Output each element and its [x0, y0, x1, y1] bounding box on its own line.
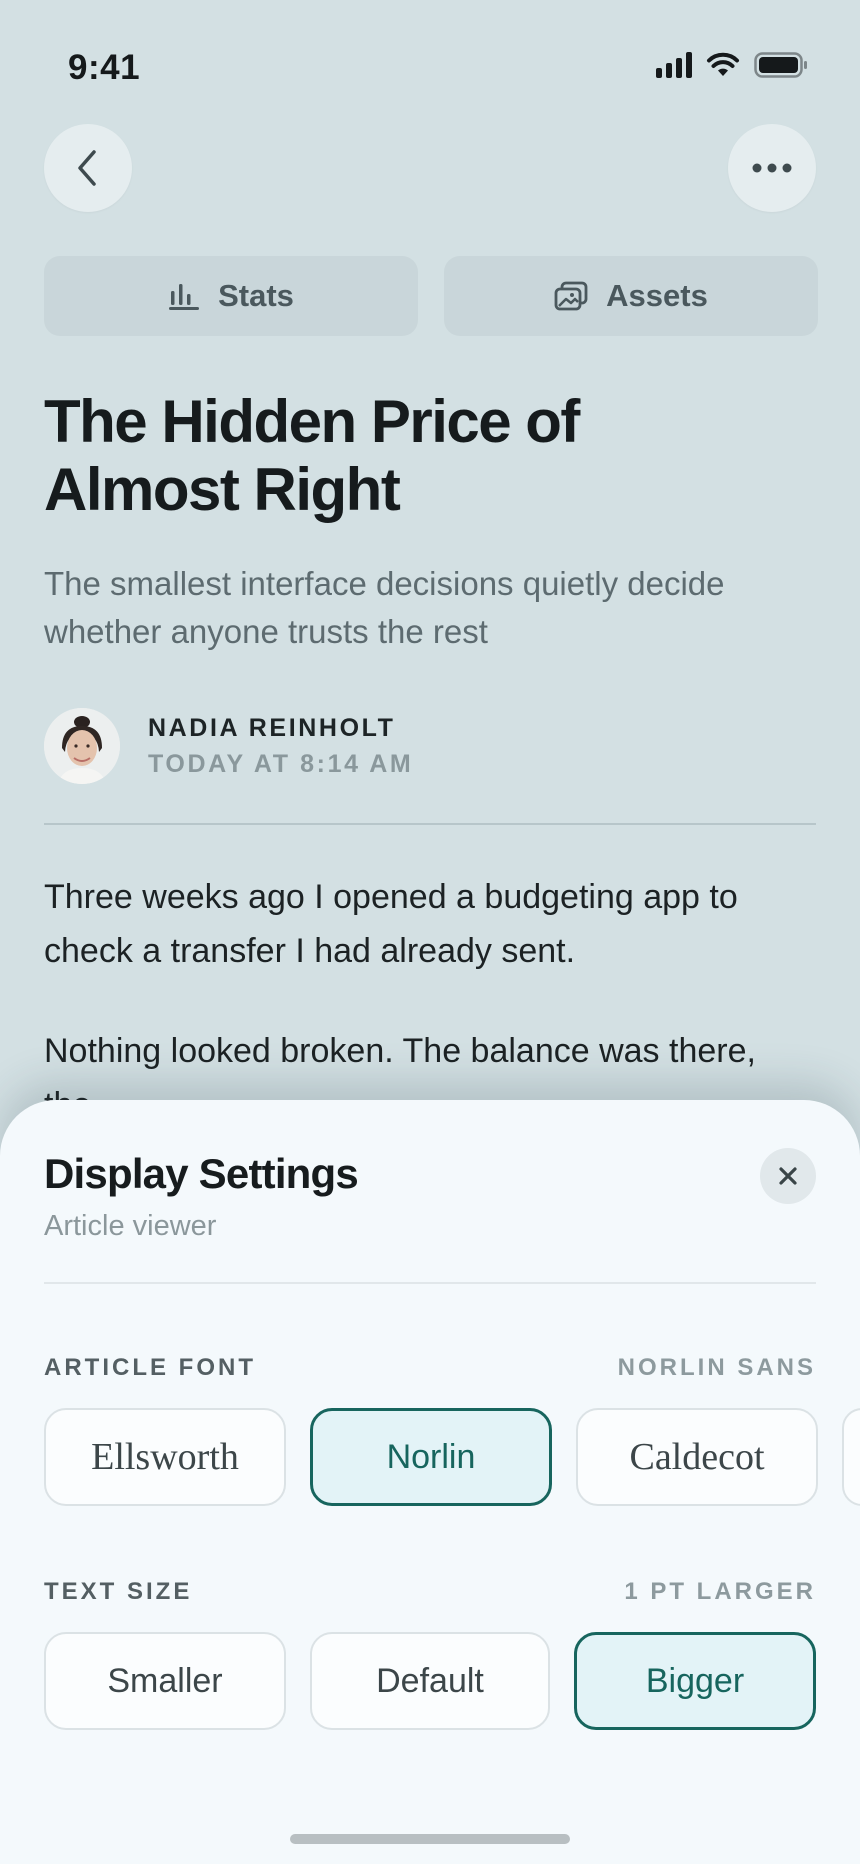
- author-avatar[interactable]: [44, 708, 120, 784]
- title-line-1: The Hidden Price of: [44, 388, 580, 455]
- home-indicator[interactable]: [290, 1834, 570, 1844]
- publish-time: TODAY AT 8:14 AM: [148, 750, 414, 778]
- sheet-subtitle: Article viewer: [44, 1210, 217, 1242]
- sheet-title: Display Settings: [44, 1150, 359, 1197]
- back-button[interactable]: [44, 124, 132, 212]
- bar-chart-icon: [169, 284, 200, 310]
- divider: [44, 823, 816, 825]
- author-name[interactable]: NADIA REINHOLT: [148, 714, 396, 743]
- stats-label: Stats: [218, 278, 294, 313]
- text-size-default[interactable]: Default: [310, 1632, 550, 1730]
- battery-icon: [754, 52, 807, 78]
- title-line-2: Almost Right: [44, 456, 401, 523]
- article-subtitle: The smallest interface decisions quietly…: [44, 565, 725, 650]
- assets-button[interactable]: Assets: [444, 256, 818, 336]
- font-option-more[interactable]: [842, 1408, 860, 1506]
- ellipsis-icon: [752, 163, 792, 173]
- wifi-icon: [707, 52, 739, 76]
- article-font-label: ARTICLE FONT: [44, 1354, 256, 1381]
- close-icon: [779, 1167, 797, 1185]
- font-option-norlin[interactable]: Norlin: [310, 1408, 552, 1506]
- font-option-ellsworth[interactable]: Ellsworth: [44, 1408, 286, 1506]
- text-size-bigger[interactable]: Bigger: [574, 1632, 816, 1730]
- more-options-button[interactable]: [728, 124, 816, 212]
- stats-button[interactable]: Stats: [44, 256, 418, 336]
- text-size-value: 1 PT LARGER: [624, 1578, 816, 1605]
- cellular-signal-icon: [656, 52, 692, 78]
- images-icon: [554, 281, 588, 311]
- assets-label: Assets: [606, 278, 708, 313]
- text-size-smaller[interactable]: Smaller: [44, 1632, 286, 1730]
- status-icons: [656, 52, 808, 78]
- article-title: The Hidden Price of Almost Right: [44, 388, 744, 524]
- person-avatar-icon: [44, 708, 120, 784]
- close-button[interactable]: [760, 1148, 816, 1204]
- display-settings-sheet: Display Settings Article viewer ARTICLE …: [0, 1100, 860, 1864]
- text-size-label: TEXT SIZE: [44, 1578, 193, 1605]
- article-font-value: NORLIN SANS: [617, 1354, 816, 1381]
- font-option-caldecot[interactable]: Caldecot: [576, 1408, 818, 1506]
- status-bar: 9:41: [0, 0, 860, 130]
- sheet-divider: [44, 1282, 816, 1284]
- status-time: 9:41: [68, 48, 141, 87]
- article-paragraph: Three weeks ago I opened a budgeting app…: [44, 878, 738, 970]
- chevron-left-icon: [78, 150, 96, 186]
